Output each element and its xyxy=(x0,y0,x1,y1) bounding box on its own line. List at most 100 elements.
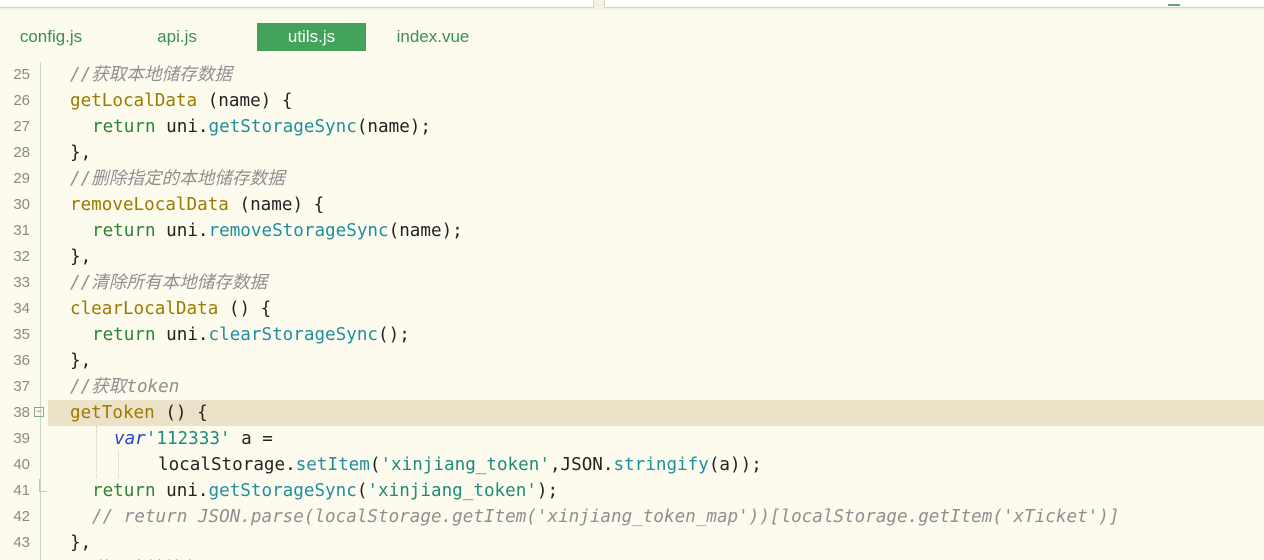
fold-toggle-icon[interactable]: − xyxy=(34,407,44,417)
code-text: return uni.getStorageSync(name); xyxy=(92,114,431,140)
top-toolbar-strip xyxy=(0,0,1264,10)
code-line[interactable]: 28}, xyxy=(0,140,1264,166)
code-line[interactable]: 43}, xyxy=(0,530,1264,556)
code-token-method: getStorageSync xyxy=(208,117,357,137)
code-token-rest: () { xyxy=(154,403,208,423)
code-text: return uni.removeStorageSync(name); xyxy=(92,218,463,244)
code-line[interactable]: 40 localStorage.setItem('xinjiang_token',… xyxy=(0,452,1264,478)
code-line[interactable]: 37 //获取token xyxy=(0,374,1264,400)
code-token-rest: (name) { xyxy=(197,91,293,111)
code-token-rest: (a)); xyxy=(708,455,762,475)
code-line[interactable]: 31 return uni.removeStorageSync(name); xyxy=(0,218,1264,244)
code-comment: // return JSON.parse(localStorage.getIte… xyxy=(92,507,1120,527)
indent-guide xyxy=(96,426,97,478)
code-token-rest: (name) { xyxy=(228,195,325,215)
line-number: 32 xyxy=(13,248,30,265)
code-token-obj: uni. xyxy=(155,481,209,501)
code-text: localStorage.setItem('xinjiang_token',JS… xyxy=(158,452,762,478)
line-number: 25 xyxy=(13,66,30,83)
code-line[interactable]: 33 //清除所有本地储存数据 xyxy=(0,270,1264,296)
line-number: 33 xyxy=(13,274,30,291)
code-line[interactable]: 29 //删除指定的本地储存数据 xyxy=(0,166,1264,192)
code-line[interactable]: 27 return uni.getStorageSync(name); xyxy=(0,114,1264,140)
code-line[interactable]: 32}, xyxy=(0,244,1264,270)
tab-config-js[interactable]: config.js xyxy=(8,23,94,51)
line-number: 27 xyxy=(13,118,30,135)
function-name: clearLocalData xyxy=(70,299,219,319)
toolbar-icon[interactable] xyxy=(1168,0,1180,6)
code-token-kw: return xyxy=(92,117,156,137)
code-token-open: ( xyxy=(369,455,381,475)
fold-end-marker xyxy=(39,479,46,492)
code-token-rest: }, xyxy=(70,247,92,267)
line-number: 30 xyxy=(13,196,30,213)
code-token-rest: (name); xyxy=(356,117,431,137)
code-text: getToken () { xyxy=(70,400,208,426)
code-token-rest: ); xyxy=(536,481,559,501)
code-comment: //获取本地储存数据 xyxy=(70,65,232,85)
line-number: 44 xyxy=(0,556,30,560)
code-line[interactable]: 25 //获取本地储存数据 xyxy=(0,62,1264,88)
code-comment: //获取token xyxy=(70,377,180,397)
line-number: 39 xyxy=(13,430,30,447)
code-token-obj: localStorage. xyxy=(158,455,296,475)
search-input[interactable] xyxy=(604,0,1264,8)
path-input[interactable] xyxy=(0,0,594,8)
code-text: var'112333' a = xyxy=(114,426,273,452)
code-token-obj: uni. xyxy=(155,221,209,241)
code-line[interactable]: 41 return uni.getStorageSync('xinjiang_to… xyxy=(0,478,1264,504)
line-number: 31 xyxy=(13,222,30,239)
code-text: // return JSON.parse(localStorage.getIte… xyxy=(92,504,1119,530)
code-text: removeLocalData (name) { xyxy=(70,192,324,218)
function-name: getLocalData xyxy=(70,91,198,111)
code-line[interactable]: 30 removeLocalData (name) { xyxy=(0,192,1264,218)
code-text: clearLocalData () { xyxy=(70,296,271,322)
tab-bar: config.js api.js utils.js index.vue xyxy=(0,10,1264,62)
code-line[interactable]: 36}, xyxy=(0,348,1264,374)
line-number: 29 xyxy=(13,170,30,187)
code-line[interactable]: 34 clearLocalData () { xyxy=(0,296,1264,322)
code-line[interactable]: 44 //获取本地储存 xyxy=(0,556,1264,560)
line-number: 35 xyxy=(13,326,30,343)
code-line[interactable]: −38 getToken () { xyxy=(0,400,1264,426)
code-token-obj: uni. xyxy=(155,117,209,137)
code-token-str: 'xinjiang_token' xyxy=(367,481,537,501)
code-token-str: '112333' xyxy=(145,429,231,449)
line-number: 36 xyxy=(13,352,30,369)
code-text: //清除所有本地储存数据 xyxy=(70,270,267,296)
code-token-rest: (name); xyxy=(388,221,463,241)
code-token-rest: a = xyxy=(230,429,273,449)
code-token-method: removeStorageSync xyxy=(208,221,389,241)
line-number: 28 xyxy=(13,144,30,161)
code-token-kw: return xyxy=(92,221,156,241)
line-number: 41 xyxy=(13,482,30,499)
code-token-open: ( xyxy=(356,481,368,501)
code-text: getLocalData (name) { xyxy=(70,88,292,114)
code-token-rest: }, xyxy=(70,533,92,553)
tab-utils-js[interactable]: utils.js xyxy=(257,23,366,51)
line-number: 26 xyxy=(13,92,30,109)
code-comment: //删除指定的本地储存数据 xyxy=(70,169,285,189)
code-token-method: getStorageSync xyxy=(208,481,357,501)
tab-index-vue[interactable]: index.vue xyxy=(386,23,480,51)
code-editor[interactable]: 25 //获取本地储存数据 26 getLocalData (name) { 27 ret… xyxy=(0,62,1264,560)
code-token-kw: var xyxy=(114,429,146,449)
code-text: }, xyxy=(70,140,91,166)
code-text: //获取token xyxy=(70,374,179,400)
line-number: 40 xyxy=(13,456,30,473)
code-text: }, xyxy=(70,348,91,374)
code-text: //获取本地储存 xyxy=(70,556,197,560)
code-line[interactable]: 42 // return JSON.parse(localStorage.getI… xyxy=(0,504,1264,530)
code-line[interactable]: 35 return uni.clearStorageSync(); xyxy=(0,322,1264,348)
code-token-mid: ,JSON. xyxy=(549,455,614,475)
code-token-rest: () { xyxy=(218,299,272,319)
code-line[interactable]: 26 getLocalData (name) { xyxy=(0,88,1264,114)
function-name: removeLocalData xyxy=(70,195,229,215)
tab-api-js[interactable]: api.js xyxy=(136,23,218,51)
code-token-rest: }, xyxy=(70,143,92,163)
code-token-obj: uni. xyxy=(155,325,209,345)
code-line[interactable]: 39 var'112333' a = xyxy=(0,426,1264,452)
code-token-rest: (); xyxy=(378,325,410,345)
line-number: 43 xyxy=(13,534,30,551)
code-text: }, xyxy=(70,244,91,270)
